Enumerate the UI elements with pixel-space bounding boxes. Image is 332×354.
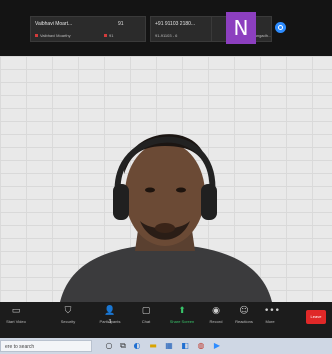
- shield-icon: ⛉: [64, 306, 72, 316]
- participants-icon: 👤3: [104, 306, 116, 325]
- word-app-icon[interactable]: ▦: [164, 341, 174, 351]
- more-icon: •••: [264, 306, 280, 316]
- search-icon[interactable]: ○: [104, 341, 114, 351]
- smiley-icon: ☺: [239, 306, 249, 316]
- participant-strip: Vaibhavi Moart... Vaibhavi Moarthy 91 91…: [0, 0, 332, 56]
- participant-subname: Vaibhavi Moarthy: [35, 33, 71, 38]
- outlook-app-icon[interactable]: ◧: [180, 341, 190, 351]
- chat-icon: ▢: [141, 306, 151, 316]
- edge-browser-icon[interactable]: ◐: [132, 341, 142, 351]
- speaker-video: [0, 56, 332, 302]
- participants-button[interactable]: 👤3 Participants: [94, 306, 126, 325]
- zoom-status-icon[interactable]: [275, 22, 286, 33]
- chat-button[interactable]: ▢ Chat: [130, 306, 162, 324]
- participant-subname: 91: [104, 33, 113, 38]
- windows-taskbar: ere to search ○ ⧉ ◐ ▬ ▦ ◧ ◍ ▶: [0, 338, 332, 354]
- participant-name: +91 91103 2180...: [155, 21, 196, 27]
- muted-mic-icon: [104, 34, 107, 38]
- record-icon: ◉: [212, 306, 220, 316]
- search-placeholder: ere to search: [5, 344, 35, 350]
- zoom-app-icon[interactable]: ▶: [212, 341, 222, 351]
- more-button[interactable]: ••• More: [254, 306, 286, 324]
- chrome-browser-icon[interactable]: ◍: [196, 341, 206, 351]
- task-view-icon[interactable]: ⧉: [118, 341, 128, 351]
- participant-name: Vaibhavi Moart...: [35, 21, 73, 27]
- speaker-person-illustration: [60, 134, 272, 302]
- taskbar-search-box[interactable]: ere to search: [0, 340, 92, 352]
- file-explorer-icon[interactable]: ▬: [148, 341, 158, 351]
- leave-meeting-button[interactable]: Leave: [306, 310, 326, 324]
- video-camera-icon: ▭: [11, 306, 21, 316]
- participant-subname: 91-91103 - 6: [155, 33, 178, 38]
- share-screen-button[interactable]: ⬆ Share Screen: [166, 306, 198, 324]
- meeting-toolbar: ▭ Start Video ⛉ Security 👤3 Participants…: [0, 302, 332, 338]
- muted-mic-icon: [35, 34, 38, 38]
- participant-avatar[interactable]: N: [226, 12, 256, 44]
- start-video-button[interactable]: ▭ Start Video: [0, 306, 32, 324]
- participant-tile[interactable]: +91 91103 2180... 91-91103 - 6: [150, 16, 212, 42]
- share-screen-icon: ⬆: [178, 306, 186, 316]
- security-button[interactable]: ⛉ Security: [52, 306, 84, 324]
- participant-name: 91: [118, 21, 124, 27]
- participant-tile[interactable]: 91 91: [100, 16, 146, 42]
